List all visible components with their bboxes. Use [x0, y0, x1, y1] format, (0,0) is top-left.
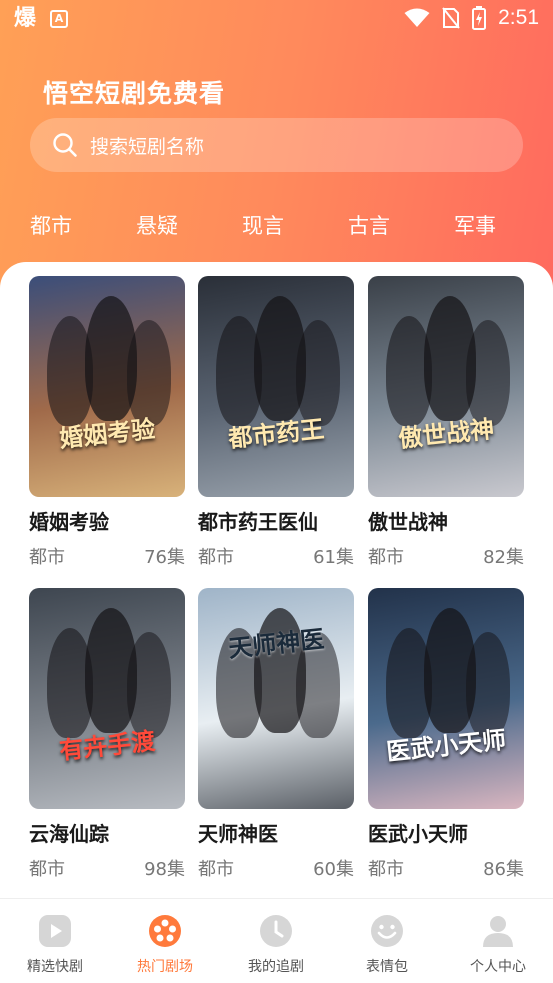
- tab-label: 热门剧场: [137, 959, 193, 975]
- search-placeholder[interactable]: 搜索短剧名称: [90, 132, 204, 159]
- drama-poster[interactable]: 有卉手渡: [29, 588, 185, 809]
- drama-episodes: 61集: [313, 547, 354, 568]
- category-tab[interactable]: 古言: [348, 210, 390, 240]
- tab-label: 精选快剧: [27, 959, 83, 975]
- poster-figure: [386, 628, 432, 739]
- battery-charging-icon: [472, 6, 487, 30]
- tab-hot-theater[interactable]: 热门剧场: [110, 913, 220, 976]
- bottom-tab-bar: 精选快剧 热门剧场 我的追剧 表情包 个人中心: [0, 898, 553, 983]
- drama-card[interactable]: 有卉手渡 云海仙踪 都市 98集: [29, 588, 185, 881]
- drama-card[interactable]: 傲世战神 傲世战神 都市 82集: [368, 276, 524, 569]
- drama-poster[interactable]: 婚姻考验: [29, 276, 185, 497]
- wifi-icon: [404, 8, 430, 27]
- poster-figure: [216, 316, 262, 427]
- tab-stickers[interactable]: 表情包: [332, 913, 442, 976]
- poster-figure: [85, 608, 137, 733]
- drama-genre: 都市: [198, 859, 234, 880]
- no-sim-icon: [442, 7, 460, 29]
- person-icon: [483, 916, 513, 947]
- search-icon: [53, 133, 77, 157]
- tab-label: 表情包: [366, 959, 408, 975]
- drama-card[interactable]: 天师神医 天师神医 都市 60集: [198, 588, 354, 881]
- clock-icon: [260, 915, 292, 947]
- drama-episodes: 98集: [144, 859, 185, 880]
- drama-title[interactable]: 婚姻考验: [29, 509, 185, 535]
- drama-episodes: 82集: [483, 547, 524, 568]
- notification-a-icon: A: [50, 10, 69, 28]
- drama-episodes: 60集: [313, 859, 354, 880]
- search-bar[interactable]: 搜索短剧名称: [30, 118, 523, 172]
- tab-profile[interactable]: 个人中心: [443, 913, 553, 976]
- status-bar: 爆 A 2:51: [0, 0, 553, 40]
- poster-figure: [424, 296, 476, 421]
- drama-genre: 都市: [368, 547, 404, 568]
- play-icon: [39, 915, 71, 947]
- drama-genre: 都市: [368, 859, 404, 880]
- drama-poster[interactable]: 都市药王: [198, 276, 354, 497]
- smiley-icon: [371, 915, 403, 947]
- drama-episodes: 86集: [483, 859, 524, 880]
- film-reel-icon: [149, 915, 181, 947]
- tab-label: 个人中心: [470, 959, 526, 975]
- drama-title[interactable]: 天师神医: [198, 821, 354, 847]
- clock-time: 2:51: [498, 6, 539, 29]
- category-tab[interactable]: 军事: [454, 210, 496, 240]
- drama-title[interactable]: 医武小天师: [368, 821, 524, 847]
- drama-poster[interactable]: 傲世战神: [368, 276, 524, 497]
- drama-poster[interactable]: 天师神医: [198, 588, 354, 809]
- poster-figure: [424, 608, 476, 733]
- category-tabs: 都市 悬疑 现言 古言 军事: [0, 210, 553, 246]
- poster-figure: [386, 316, 432, 427]
- tab-featured[interactable]: 精选快剧: [0, 913, 110, 976]
- poster-figure: [254, 296, 306, 421]
- drama-card[interactable]: 都市药王 都市药王医仙 都市 61集: [198, 276, 354, 569]
- app-notification-icon: 爆: [14, 6, 37, 31]
- page-title: 悟空短剧免费看: [43, 79, 226, 108]
- drama-title[interactable]: 傲世战神: [368, 509, 524, 535]
- drama-episodes: 76集: [144, 547, 185, 568]
- category-tab[interactable]: 都市: [30, 210, 72, 240]
- tab-label: 我的追剧: [248, 959, 304, 975]
- category-tab[interactable]: 悬疑: [136, 210, 178, 240]
- drama-title[interactable]: 云海仙踪: [29, 821, 185, 847]
- drama-poster[interactable]: 医武小天师: [368, 588, 524, 809]
- tab-my-follow[interactable]: 我的追剧: [221, 913, 331, 976]
- category-tab[interactable]: 现言: [242, 210, 284, 240]
- poster-figure: [47, 628, 93, 739]
- drama-genre: 都市: [29, 859, 65, 880]
- drama-card[interactable]: 婚姻考验 婚姻考验 都市 76集: [29, 276, 185, 569]
- poster-figure: [47, 316, 93, 427]
- poster-figure: [85, 296, 137, 421]
- drama-card[interactable]: 医武小天师 医武小天师 都市 86集: [368, 588, 524, 881]
- drama-genre: 都市: [29, 547, 65, 568]
- drama-genre: 都市: [198, 547, 234, 568]
- drama-title[interactable]: 都市药王医仙: [198, 509, 354, 535]
